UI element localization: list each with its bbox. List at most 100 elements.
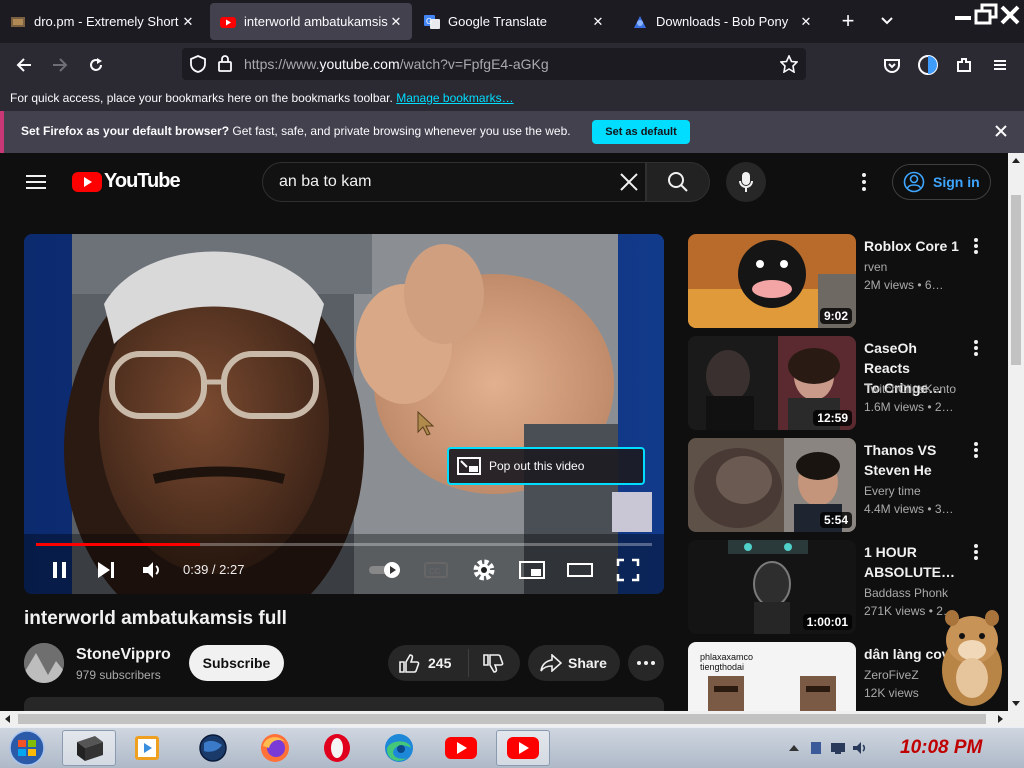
youtube-logo[interactable]: YouTube — [72, 170, 181, 193]
recommendation-item[interactable]: 9:02 Roblox Core 1 rven 2M views • 6… — [688, 234, 998, 328]
recommendation-item[interactable]: 5:54 Thanos VS Steven He Every time 4.4M … — [688, 438, 998, 532]
tab-downloads-bob-pony[interactable]: Downloads - Bob Pony ✕ — [622, 3, 822, 40]
search-input[interactable]: an ba to kam — [262, 162, 646, 202]
taskbar-youtube[interactable] — [434, 730, 488, 766]
taskbar-globe-app[interactable] — [186, 730, 240, 766]
video-thumbnail[interactable]: 9:02 — [688, 234, 856, 328]
new-tab-button[interactable]: + — [836, 8, 860, 36]
close-tab-icon[interactable]: ✕ — [388, 14, 404, 30]
volume-icon[interactable] — [142, 560, 164, 580]
video-thumbnail[interactable]: phlaxaxamco tiengthodai — [688, 642, 856, 711]
close-tab-icon[interactable]: ✕ — [590, 14, 606, 30]
video-thumbnail[interactable]: 5:54 — [688, 438, 856, 532]
restore-window-icon[interactable] — [974, 3, 998, 27]
taskbar-opera[interactable] — [310, 730, 364, 766]
start-button[interactable] — [0, 730, 54, 766]
next-icon[interactable] — [96, 560, 116, 580]
tab-youtube-video[interactable]: interworld ambatukamsis f ✕ — [210, 3, 412, 40]
like-divider — [468, 649, 469, 677]
close-tab-icon[interactable]: ✕ — [180, 14, 196, 30]
recommendation-menu-icon[interactable] — [970, 440, 982, 460]
recommendation-menu-icon[interactable] — [970, 338, 982, 358]
sign-in-button[interactable]: Sign in — [892, 164, 991, 200]
theater-mode-icon[interactable] — [566, 560, 594, 580]
recommendation-title[interactable]: 1 HOUR ABSOLUTE… — [864, 542, 964, 582]
share-button[interactable]: Share — [528, 645, 620, 681]
vertical-scrollbar[interactable] — [1008, 153, 1024, 711]
recommendation-channel[interactable]: TwitchClipsKento — [864, 382, 956, 396]
like-count[interactable]: 245 — [428, 655, 451, 671]
pocket-button[interactable] — [878, 51, 906, 79]
account-button[interactable] — [914, 51, 942, 79]
pause-icon[interactable] — [50, 560, 70, 580]
back-button[interactable] — [10, 51, 38, 79]
video-thumbnail[interactable]: 12:59 — [688, 336, 856, 430]
reload-button[interactable] — [82, 51, 110, 79]
hamster-mascot-image — [934, 606, 1008, 710]
taskbar-edge[interactable] — [372, 730, 426, 766]
minimize-window-icon[interactable] — [952, 4, 974, 26]
taskbar-media-app[interactable] — [120, 730, 174, 766]
fullscreen-icon[interactable] — [616, 558, 640, 582]
time-display: 0:39 / 2:27 — [183, 562, 245, 577]
taskbar-clock[interactable]: 10:08 PM — [900, 737, 982, 759]
channel-avatar[interactable] — [24, 643, 64, 683]
taskbar-youtube-active[interactable] — [496, 730, 550, 766]
channel-name[interactable]: StoneVippro — [76, 646, 171, 664]
video-duration: 9:02 — [819, 308, 852, 324]
recommendation-channel[interactable]: Every time — [864, 484, 921, 498]
clear-search-icon[interactable] — [619, 172, 639, 192]
recommendation-channel[interactable]: ZeroFiveZ — [864, 668, 919, 682]
bookmark-star-icon[interactable] — [780, 55, 798, 73]
more-horizontal-icon — [637, 661, 655, 665]
taskbar-desktop-app[interactable] — [62, 730, 116, 766]
settings-gear-icon[interactable] — [472, 558, 496, 582]
shield-icon[interactable] — [190, 55, 206, 73]
like-icon[interactable] — [398, 653, 420, 673]
recommendation-title[interactable]: Roblox Core 1 — [864, 236, 964, 256]
recommendation-menu-icon[interactable] — [970, 236, 982, 256]
lock-icon[interactable] — [218, 55, 232, 72]
scrollbar-corner — [1008, 711, 1024, 727]
taskbar-firefox[interactable] — [248, 730, 302, 766]
horizontal-scrollbar[interactable] — [0, 711, 1008, 727]
tab-dro-pm[interactable]: dro.pm - Extremely Short Li ✕ — [0, 3, 204, 40]
guide-menu-icon[interactable] — [26, 173, 46, 191]
recommendation-title[interactable]: Thanos VS Steven He — [864, 440, 964, 480]
subscribe-button[interactable]: Subscribe — [189, 645, 284, 681]
pop-out-video-button[interactable]: Pop out this video — [447, 447, 645, 485]
address-bar[interactable]: https://www.youtube.com/watch?v=FpfgE4-a… — [182, 48, 806, 80]
recommendation-channel[interactable]: Baddass Phonk — [864, 586, 948, 600]
subscriber-count: 979 subscribers — [76, 668, 161, 682]
close-tab-icon[interactable]: ✕ — [798, 14, 814, 30]
video-player[interactable] — [24, 234, 664, 594]
thumbnail-caption: phlaxaxamco — [700, 652, 754, 662]
captions-icon[interactable]: CC — [424, 560, 448, 580]
more-options-icon[interactable] — [858, 172, 870, 192]
dislike-icon[interactable] — [482, 654, 504, 674]
video-thumbnail[interactable]: 1:00:01 — [688, 540, 856, 634]
recommendation-item[interactable]: 12:59 CaseOh Reacts To Cringe… TwitchClip… — [688, 336, 998, 430]
description-box[interactable] — [24, 697, 664, 711]
tab-google-translate[interactable]: G Google Translate ✕ — [414, 3, 614, 40]
recommendation-menu-icon[interactable] — [970, 542, 982, 562]
forward-button[interactable] — [46, 51, 74, 79]
recommendation-meta: 4.4M views • 3… — [864, 502, 954, 516]
windows-start-orb-icon — [9, 730, 45, 766]
voice-search-button[interactable] — [726, 162, 766, 202]
list-all-tabs-icon[interactable] — [878, 12, 896, 30]
autoplay-toggle-icon[interactable] — [368, 560, 404, 580]
recommendation-channel[interactable]: rven — [864, 260, 887, 274]
extensions-button[interactable] — [950, 51, 978, 79]
miniplayer-icon[interactable] — [519, 560, 545, 580]
close-window-icon[interactable] — [998, 3, 1022, 27]
search-button[interactable] — [646, 162, 710, 202]
url-text[interactable]: https://www.youtube.com/watch?v=FpfgE4-a… — [244, 56, 549, 72]
edge-icon — [385, 734, 413, 762]
manage-bookmarks-link[interactable]: Manage bookmarks… — [396, 91, 513, 105]
set-as-default-button[interactable]: Set as default — [592, 120, 690, 144]
app-menu-button[interactable] — [986, 51, 1014, 79]
opera-icon — [324, 734, 350, 762]
close-notification-icon[interactable] — [994, 124, 1008, 138]
more-actions-button[interactable] — [628, 645, 664, 681]
